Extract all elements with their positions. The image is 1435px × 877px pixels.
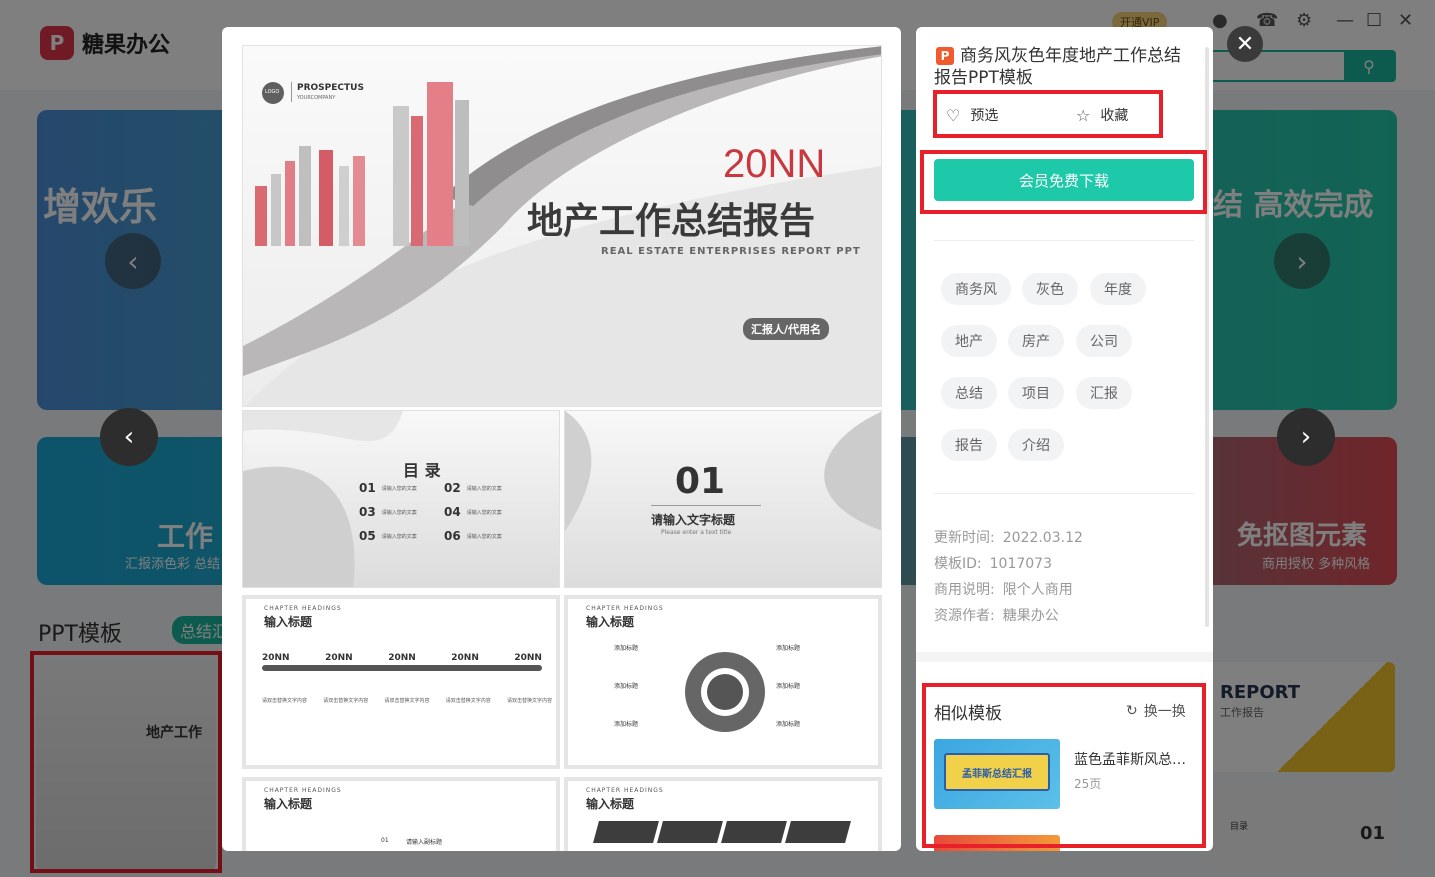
- toc-heading: 目 录: [403, 461, 441, 480]
- chat-icon: [657, 821, 723, 843]
- cover-divider: [291, 82, 292, 102]
- mail-icon: [721, 821, 787, 843]
- timeline-year: 20NN: [451, 653, 479, 663]
- meta-update-time: 更新时间: 2022.03.12: [934, 530, 1083, 546]
- meta-license: 商用说明: 限个人商用: [934, 582, 1073, 598]
- preview-slide-chapter: 01 请输入文字标题 Please enter a text title: [564, 410, 882, 588]
- tag-chip[interactable]: 介绍: [1008, 429, 1064, 461]
- radial-label: 添加标题: [614, 645, 639, 652]
- toc-list: 01 请输入您的文案 02 请输入您的文案 03 请输入您的文案 04 请输入您的文案 …: [359, 481, 529, 543]
- timeline-year: 20NN: [325, 653, 353, 663]
- radial-label: 添加标题: [776, 721, 801, 728]
- cover-year: 20NN: [723, 142, 826, 186]
- document-icon: [593, 821, 659, 843]
- tag-chip[interactable]: 公司: [1076, 325, 1132, 357]
- cover-title: 地产工作总结报告: [527, 201, 816, 242]
- meta-author: 资源作者: 糖果办公: [934, 608, 1059, 624]
- tag-chip[interactable]: 项目: [1008, 377, 1064, 409]
- toc-item: 04 请输入您的文案: [444, 505, 502, 519]
- template-preview[interactable]: LOGO PROSPECTUS YOURCOMPANY 20NN 地产工作总结报…: [222, 27, 901, 851]
- radial-label: 添加标题: [614, 683, 639, 690]
- slide-heading: CHAPTER HEADINGS: [586, 787, 664, 794]
- highlight-box: [922, 683, 1206, 848]
- slide-title: 输入标题: [264, 615, 313, 629]
- timeline-captions: 请双击替换文字内容 请双击替换文字内容 请双击替换文字内容 请双击替换文字内容 …: [262, 697, 552, 704]
- partial-subtitle: 请输入副标题: [406, 839, 443, 846]
- timeline-years: 20NN 20NN 20NN 20NN 20NN: [262, 653, 542, 663]
- cover-subtitle: REAL ESTATE ENTERPRISES REPORT PPT: [601, 246, 861, 257]
- preview-slide-timeline: CHAPTER HEADINGS 输入标题 20NN 20NN 20NN 20N…: [242, 595, 560, 769]
- tag-chip[interactable]: 地产: [941, 325, 997, 357]
- cover-logo: LOGO: [265, 89, 280, 95]
- radial-label: 添加标题: [776, 645, 801, 652]
- partial-icon-row: [593, 821, 851, 843]
- slide-heading: CHAPTER HEADINGS: [264, 787, 342, 794]
- toc-item: 05 请输入您的文案: [359, 529, 417, 543]
- tag-chip[interactable]: 商务风: [941, 273, 1011, 305]
- section-gap: [916, 652, 1213, 662]
- tag-chip[interactable]: 灰色: [1022, 273, 1078, 305]
- timeline-caption: 请双击替换文字内容: [384, 698, 430, 704]
- toc-item: 02 请输入您的文案: [444, 481, 502, 495]
- radial-label: 添加标题: [776, 683, 801, 690]
- highlight-box: [920, 150, 1207, 214]
- highlight-box: [933, 90, 1163, 138]
- radial-label: 添加标题: [614, 721, 639, 728]
- timeline-caption: 请双击替换文字内容: [506, 698, 552, 704]
- preview-slide-partial: CHAPTER HEADINGS 输入标题: [564, 777, 882, 851]
- slide-title: 输入标题: [264, 797, 313, 811]
- timeline-bar: [262, 665, 542, 671]
- slide-heading: CHAPTER HEADINGS: [586, 605, 664, 612]
- modal-next-arrow-icon[interactable]: ›: [1277, 408, 1335, 466]
- preview-slide-radial: CHAPTER HEADINGS 输入标题 添加标题 添加标题 添加标题 添加标…: [564, 595, 882, 769]
- template-title: 商务风灰色年度地产工作总结报告PPT模板: [934, 46, 1181, 88]
- radial-diagram: [685, 652, 765, 732]
- slide-title: 输入标题: [586, 797, 635, 811]
- divider: [934, 240, 1194, 241]
- chapter-title: 请输入文字标题: [651, 513, 736, 527]
- partial-sub-num: 01: [381, 837, 389, 844]
- tag-chip[interactable]: 总结: [941, 377, 997, 409]
- toc-item: 03 请输入您的文案: [359, 505, 417, 519]
- chapter-number: 01: [675, 461, 726, 502]
- timeline-caption: 请双击替换文字内容: [445, 698, 491, 704]
- info-scrollbar[interactable]: [1205, 47, 1209, 627]
- cover-reporter: 汇报人/代用名: [743, 318, 830, 340]
- toc-item: 01 请输入您的文案: [359, 481, 417, 495]
- modal-close-button[interactable]: ✕: [1227, 26, 1263, 62]
- preview-slide-cover: LOGO PROSPECTUS YOURCOMPANY 20NN 地产工作总结报…: [242, 45, 882, 407]
- slide-heading: CHAPTER HEADINGS: [264, 605, 342, 612]
- divider: [934, 493, 1194, 494]
- timeline-year: 20NN: [388, 653, 416, 663]
- timeline-year: 20NN: [514, 653, 542, 663]
- modal-prev-arrow-icon[interactable]: ‹: [100, 408, 158, 466]
- tag-chip[interactable]: 年度: [1090, 273, 1146, 305]
- timeline-year: 20NN: [262, 653, 290, 663]
- tag-chip[interactable]: 房产: [1008, 325, 1064, 357]
- eye-icon: [785, 821, 851, 843]
- cover-prospectus: PROSPECTUS: [297, 83, 364, 93]
- chapter-divider: [651, 505, 761, 506]
- chapter-subtitle: Please enter a text title: [661, 529, 732, 536]
- slide-title: 输入标题: [586, 615, 635, 629]
- preview-slide-partial: CHAPTER HEADINGS 输入标题 01 请输入副标题: [242, 777, 560, 851]
- toc-item: 06 请输入您的文案: [444, 529, 502, 543]
- preview-slide-toc: 目 录 01 请输入您的文案 02 请输入您的文案 03 请输入您的文案 04 请输入您…: [242, 410, 560, 588]
- meta-template-id: 模板ID: 1017073: [934, 556, 1052, 572]
- timeline-caption: 请双击替换文字内容: [323, 698, 369, 704]
- timeline-caption: 请双击替换文字内容: [262, 698, 308, 704]
- tag-chip[interactable]: 汇报: [1076, 377, 1132, 409]
- cover-company: YOURCOMPANY: [297, 95, 336, 101]
- tag-chip[interactable]: 报告: [941, 429, 997, 461]
